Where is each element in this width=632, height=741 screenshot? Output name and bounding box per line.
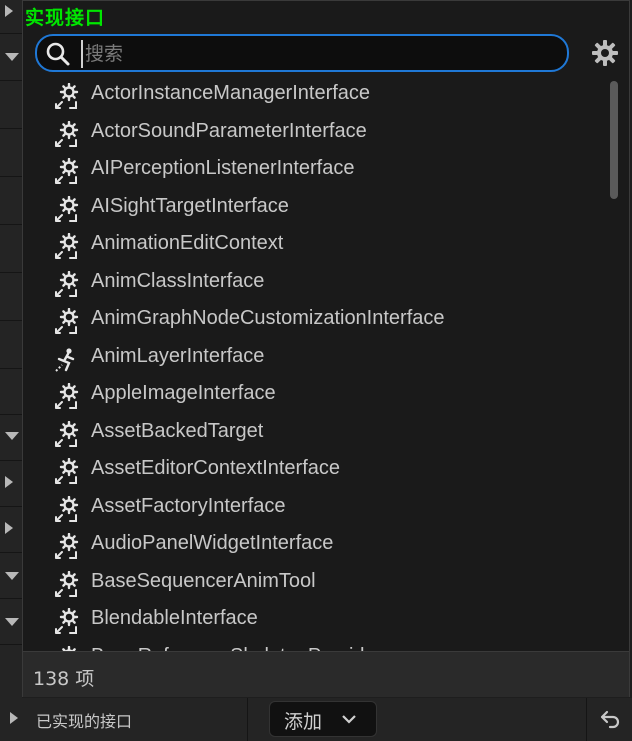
implemented-interfaces-bar: 已实现的接口 添加 [0, 698, 632, 741]
list-item-label: AnimGraphNodeCustomizationInterface [91, 307, 445, 329]
panel-row [0, 176, 22, 225]
list-item[interactable]: AppleImageInterface [23, 377, 603, 414]
add-button-label: 添加 [284, 711, 323, 733]
panel-row [0, 33, 22, 81]
panel-row [0, 0, 22, 34]
interface-icon [55, 383, 79, 409]
interface-icon [55, 533, 79, 559]
background-panel-strip [0, 0, 22, 741]
list-item[interactable]: ActorInstanceManagerInterface [23, 77, 603, 114]
list-item[interactable]: AssetFactoryInterface [23, 490, 603, 527]
scrollbar[interactable] [610, 81, 618, 199]
panel-row [0, 128, 22, 177]
panel-row [0, 414, 22, 461]
list-item-label: BaseSequencerAnimTool [91, 569, 316, 592]
list-item-label: AssetEditorContextInterface [91, 457, 341, 479]
collapse-arrow-icon[interactable] [5, 572, 19, 580]
implement-interface-popup: 实现接口 ActorInstanceManagerInterface ActorS… [22, 0, 630, 697]
popup-title: 实现接口 [25, 7, 106, 29]
panel-row [0, 460, 22, 507]
interface-icon [55, 120, 79, 147]
interface-icon [55, 458, 79, 484]
expand-arrow-icon[interactable] [5, 522, 13, 534]
list-item[interactable]: AnimClassInterface [23, 265, 603, 302]
list-item-label: ActorInstanceManagerInterface [91, 82, 371, 104]
list-item-label: AnimationEditContext [91, 232, 284, 254]
interface-list[interactable]: ActorInstanceManagerInterface ActorSoundP… [23, 77, 629, 651]
panel-row [0, 320, 22, 369]
list-item[interactable]: BoneReferenceSkeletonProvider [23, 640, 603, 651]
anim-layer-icon [55, 347, 75, 372]
list-item-label: AnimClassInterface [91, 269, 265, 292]
list-item[interactable]: AISightTargetInterface [23, 190, 603, 227]
chevron-down-icon [342, 715, 356, 724]
panel-row [0, 506, 22, 553]
divider [247, 698, 248, 741]
list-item-label: AudioPanelWidgetInterface [91, 532, 334, 554]
expand-arrow-icon[interactable] [5, 476, 13, 488]
panel-row [0, 552, 22, 599]
list-item[interactable]: ActorSoundParameterInterface [23, 115, 603, 152]
add-interface-button[interactable]: 添加 [269, 701, 377, 737]
list-item[interactable]: AnimLayerInterface [23, 340, 603, 377]
interface-icon [55, 570, 79, 597]
interface-icon [55, 420, 79, 447]
collapse-arrow-icon[interactable] [5, 432, 19, 440]
gear-icon[interactable] [591, 39, 619, 67]
interface-icon [55, 158, 79, 184]
list-item-label: AppleImageInterface [91, 382, 276, 404]
panel-row [0, 598, 22, 645]
panel-row [0, 80, 22, 129]
reset-icon[interactable] [598, 707, 622, 731]
list-item-label: AISightTargetInterface [91, 194, 289, 217]
implemented-interfaces-label: 已实现的接口 [36, 712, 133, 731]
list-item[interactable]: AIPerceptionListenerInterface [23, 152, 603, 189]
interface-icon [55, 83, 79, 109]
divider [586, 698, 587, 741]
list-item[interactable]: AnimationEditContext [23, 227, 603, 264]
search-input[interactable] [81, 40, 557, 68]
interface-icon [55, 195, 79, 222]
list-item-label: BlendableInterface [91, 607, 258, 629]
panel-row [0, 272, 22, 321]
list-item-label: AssetBackedTarget [91, 419, 264, 442]
interface-icon [55, 233, 79, 259]
interface-icon [55, 308, 79, 334]
search-icon [46, 42, 70, 66]
interface-icon [55, 495, 79, 522]
list-item[interactable]: AssetBackedTarget [23, 415, 603, 452]
item-count: 138 项 [33, 668, 95, 690]
collapse-arrow-icon[interactable] [5, 618, 19, 626]
expand-arrow-icon[interactable] [5, 5, 13, 17]
search-box[interactable] [35, 34, 569, 72]
list-footer: 138 项 [23, 651, 629, 697]
list-item[interactable]: BaseSequencerAnimTool [23, 565, 603, 602]
list-item[interactable]: AudioPanelWidgetInterface [23, 527, 603, 564]
collapse-arrow-icon[interactable] [5, 53, 19, 61]
panel-row [0, 224, 22, 273]
expand-arrow-icon[interactable] [10, 712, 18, 724]
interface-icon [55, 270, 79, 297]
list-item-label: AIPerceptionListenerInterface [91, 157, 355, 179]
list-item[interactable]: AssetEditorContextInterface [23, 452, 603, 489]
list-item[interactable]: BlendableInterface [23, 602, 603, 639]
list-item[interactable]: AnimGraphNodeCustomizationInterface [23, 302, 603, 339]
interface-icon [55, 608, 79, 634]
list-item-label: ActorSoundParameterInterface [91, 119, 367, 142]
list-item-label: AnimLayerInterface [91, 344, 265, 367]
panel-row [0, 368, 22, 415]
list-item-label: AssetFactoryInterface [91, 494, 286, 517]
